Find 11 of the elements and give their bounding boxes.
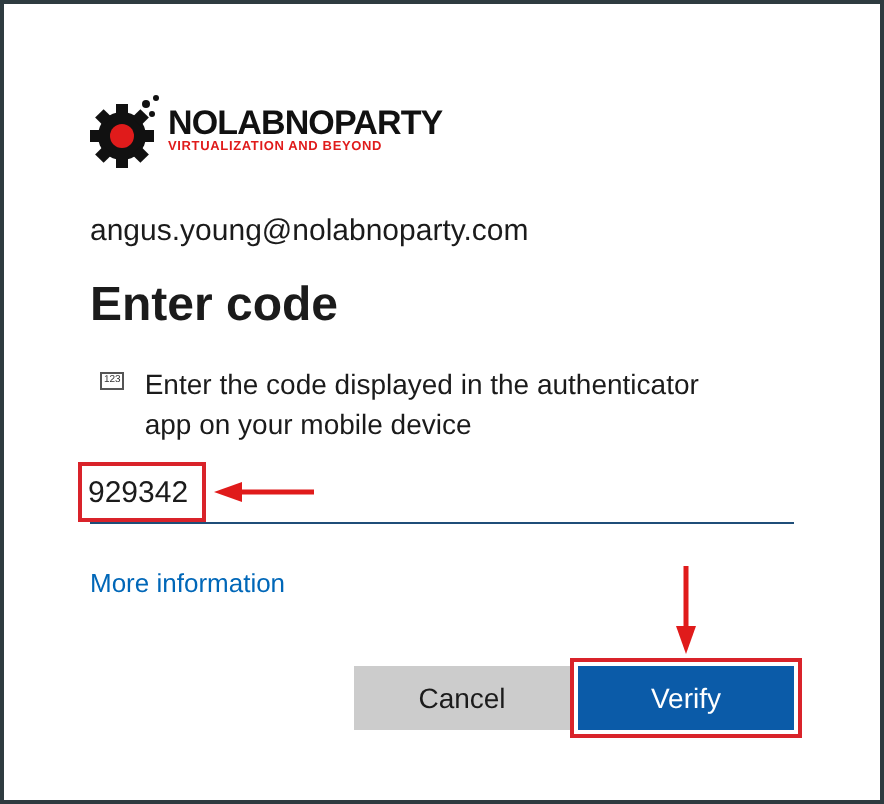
more-information-link[interactable]: More information — [90, 563, 286, 602]
gear-logo-icon — [90, 92, 162, 168]
cancel-button[interactable]: Cancel — [354, 666, 570, 730]
account-email: angus.young@nolabnoparty.com — [90, 212, 531, 252]
annotation-arrow — [674, 566, 698, 654]
logo-name: NOLABNOPARTY — [168, 105, 443, 140]
annotation-arrow — [214, 480, 314, 504]
verify-button[interactable]: Verify — [578, 666, 794, 730]
instruction-text: Enter the code displayed in the authenticator app on your mobile device — [144, 365, 701, 443]
heading: Enter code — [90, 275, 341, 335]
code-input-field[interactable]: 929342 — [82, 466, 202, 518]
